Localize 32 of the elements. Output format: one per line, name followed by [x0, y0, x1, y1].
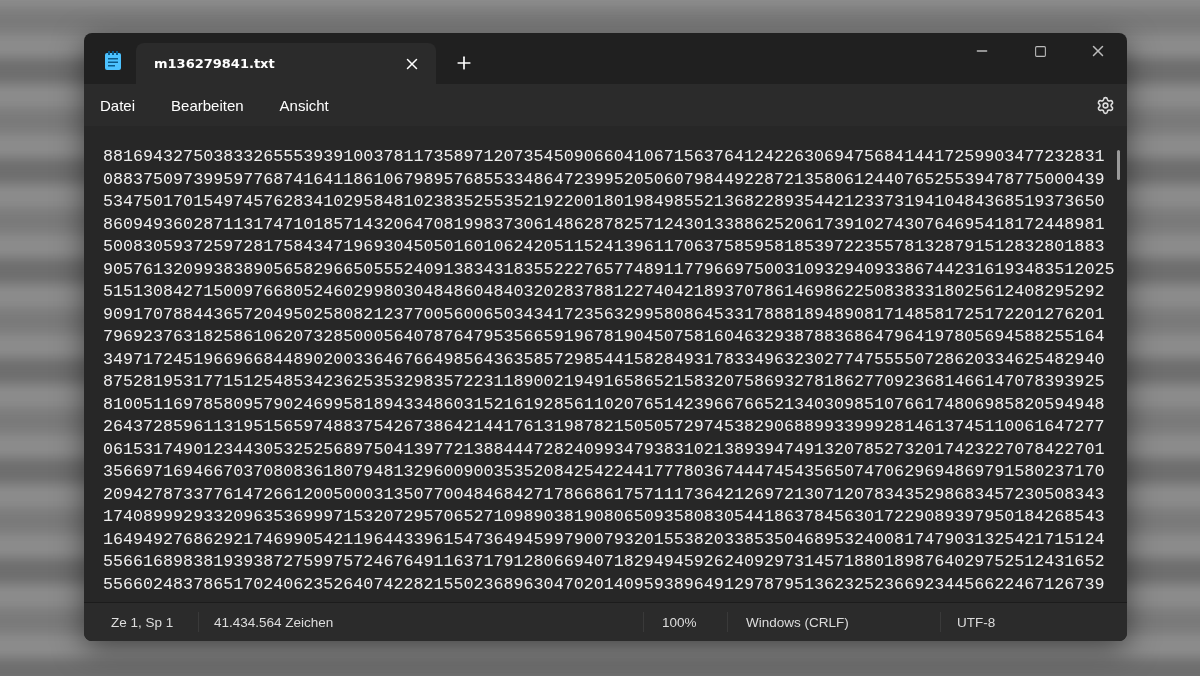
text-line: 90576132099383890565829665055524091383431835522276577489117796697500310932940933867442316193483512025 [103, 258, 1116, 281]
text-line: 8609493602871131747101857143206470819983730614862878257124301338862520617391027430764695418172448981 [103, 213, 1106, 236]
text-line: 8816943275038332655539391003781173589712073545090660410671563764124226306947568414417259903477232831 [103, 146, 1106, 168]
menu-item[interactable]: Bearbeiten [163, 90, 262, 120]
text-line: 2094278733776147266120050003135077004846842717866861757111736421269721307120783435298683457230508343 [103, 483, 1106, 506]
text-line: 3497172451966966844890200336467664985643635857298544158284931783349632302774755550728620334625482940 [103, 348, 1106, 371]
file-tab[interactable]: m136279841.txt [136, 43, 436, 84]
text-line: 5151308427150097668052460299803048486048403202837881227404218937078614698622508383318025612408295292 [103, 281, 1106, 303]
text-line: 5566024837865170240623526407422821550236896304702014095938964912978795136232523669234456622467126739 [103, 573, 1106, 596]
scrollbar-thumb[interactable] [1117, 150, 1120, 180]
text-line: 1740899929332096353699971532072957065271098903819080650935808305441863784563017229089397950184268543 [103, 506, 1106, 528]
text-line: 5566168983819393872759975724676491163717912806694071829494592624092973145718801898764029752512431652 [103, 551, 1106, 573]
tab-title: m136279841.txt [154, 56, 275, 71]
text-line: 9091707884436572049502580821237700560065034341723563299580864533178881894890817148581725172201276201 [103, 303, 1106, 326]
status-text: 41.434.564 Zeichen [214, 614, 334, 630]
menu-item[interactable]: Datei [92, 90, 154, 120]
text-line: 7969237631825861062073285000564078764795356659196781904507581604632938788368647964197805694588255164 [103, 326, 1106, 348]
text-line: 2643728596113195156597488375426738642144176131987821505057297453829068899339992814613745110061647277 [103, 416, 1106, 438]
text-line: 5347501701549745762834102958481023835255352192200180198498552136822893544212337319410484368519373650 [103, 191, 1106, 213]
notepad-icon [104, 51, 122, 71]
text-line: 5008305937259728175843471969304505016010624205115241396117063758595818539722355781328791512832801883 [103, 236, 1106, 258]
text-line: 0883750973995977687416411861067989576855334864723995205060798449228721358061244076525539478775000439 [103, 168, 1106, 191]
text-line: 3566971694667037080836180794813296009003535208425422441777803674447454356507470629694869791580237170 [103, 461, 1106, 483]
status-text: UTF-8 [957, 614, 996, 630]
menu-item[interactable]: Ansicht [271, 90, 347, 120]
text-line: 1649492768629217469905421196443396154736494599790079320155382033853504689532400817479031325421715124 [103, 528, 1106, 551]
text-line: 8752819531771512548534236253532983572231189002194916586521583207586932781862770923681466147078393925 [103, 371, 1106, 393]
status-text: Windows (CRLF) [746, 614, 849, 630]
status-text: Ze 1, Sp 1 [111, 614, 174, 630]
text-line: 8100511697858095790246995818943348603152161928561102076514239667665213403098510766174806985820594948 [103, 393, 1106, 416]
text-line: 0615317490123443053252568975041397721388444728240993479383102138939474913207852732017423227078422701 [103, 438, 1106, 461]
status-text: 100% [662, 614, 697, 630]
